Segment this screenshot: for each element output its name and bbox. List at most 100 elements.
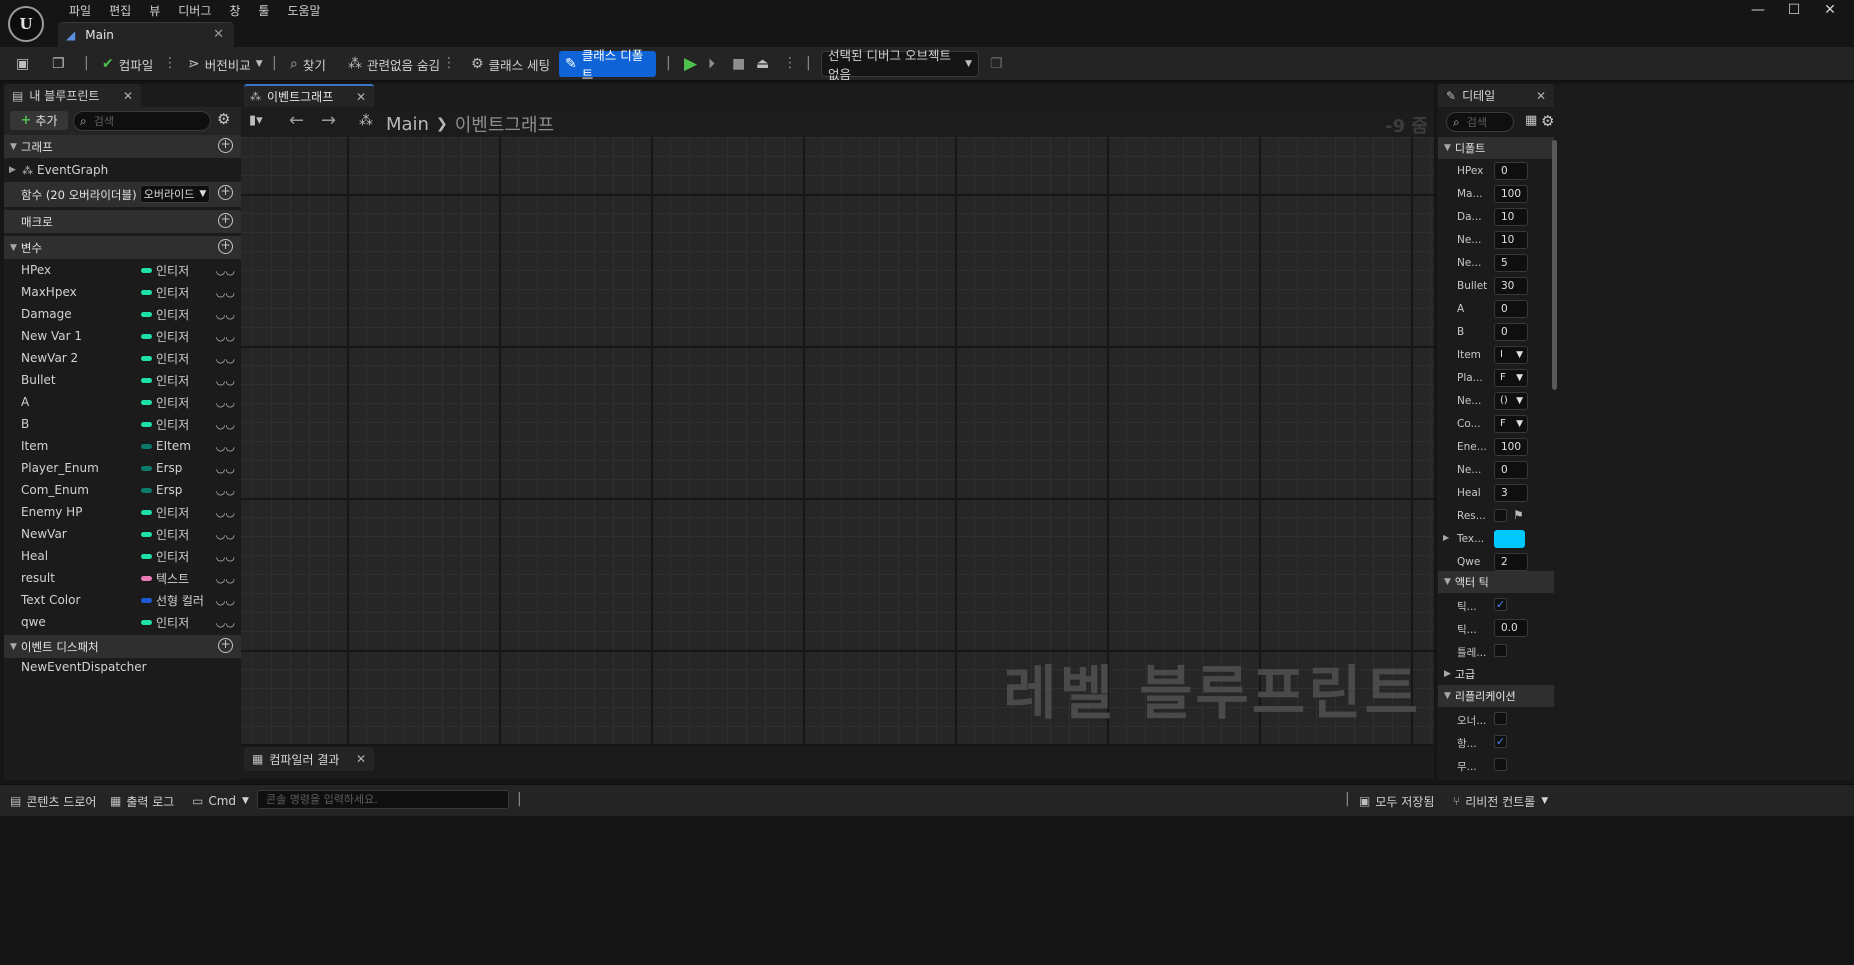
detail-checkbox[interactable]: ✓ [1494,598,1507,611]
menu-edit[interactable]: 편집 [100,0,140,20]
document-tab-main[interactable]: ◢ Main ✕ [58,22,234,47]
variable-type[interactable]: Ersp [141,461,182,475]
variable-type[interactable]: 인티저 [141,262,189,279]
detail-value-dropdown[interactable]: I ▼ [1494,346,1528,364]
add-button[interactable]: + 추가 [10,111,68,130]
debug-object-dropdown[interactable]: 선택된 디버그 오브젝트 없음 ▼ [821,48,979,82]
detail-value-input[interactable]: 30 [1494,277,1528,295]
menu-help[interactable]: 도움말 [278,0,329,20]
eye-closed-icon[interactable]: ◡◡ [216,506,235,519]
variable-type[interactable]: 텍스트 [141,570,189,587]
eye-closed-icon[interactable]: ◡◡ [216,594,235,607]
detail-checkbox[interactable] [1494,644,1507,657]
variable-type[interactable]: 인티저 [141,504,189,521]
add-graph-icon[interactable]: + [218,138,233,153]
play-button[interactable]: ▶ [678,51,703,77]
eye-closed-icon[interactable]: ◡◡ [216,528,235,541]
close-icon[interactable]: ✕ [213,27,224,42]
step-button[interactable]: ⏵ [702,51,721,77]
detail-value-input[interactable]: 0 [1494,162,1528,180]
variable-item[interactable]: A 인티저 ◡◡ [4,391,241,413]
eye-closed-icon[interactable]: ◡◡ [216,462,235,475]
add-macro-icon[interactable]: + [218,213,233,228]
flag-icon[interactable]: ⚑ [1513,508,1524,522]
save-all-button[interactable]: ▣ 모두 저장됨 [1353,790,1440,812]
browse-button[interactable]: ❐ [46,51,76,77]
section-macros[interactable]: 매크로 + [4,210,241,233]
breadcrumb-event-graph[interactable]: 이벤트그래프 [455,111,554,137]
add-variable-icon[interactable]: + [218,239,233,254]
variable-item[interactable]: Item EItem ◡◡ [4,435,241,457]
variable-item[interactable]: MaxHpex 인티저 ◡◡ [4,281,241,303]
eye-closed-icon[interactable]: ◡◡ [216,550,235,563]
detail-checkbox[interactable]: ✓ [1494,735,1507,748]
override-dropdown[interactable]: 오버라이드 ▼ [140,185,210,203]
close-icon[interactable]: ✕ [123,89,133,103]
unreal-logo-icon[interactable]: U [8,6,44,42]
variable-type[interactable]: 인티저 [141,526,189,543]
variable-type[interactable]: 인티저 [141,284,189,301]
compile-button[interactable]: ✔ 컴파일 [96,51,159,77]
dispatcher-item[interactable]: NewEventDispatcher [4,656,241,678]
eye-closed-icon[interactable]: ◡◡ [216,264,235,277]
settings-gear-icon[interactable]: ⚙ [1541,112,1554,130]
detail-value-input[interactable]: 0 [1494,300,1528,318]
section-graphs[interactable]: ▼ 그래프 + [4,135,241,158]
menu-window[interactable]: 창 [220,0,249,20]
tab-my-blueprint[interactable]: ▤ 내 블루프린트 ✕ [4,84,141,107]
section-actor-tick[interactable]: ▼ 액터 틱 [1438,571,1554,593]
section-functions[interactable]: 함수 (20 오버라이더블) 오버라이드 ▼ + [4,182,241,207]
variable-type[interactable]: 인티저 [141,394,189,411]
detail-value-input[interactable]: 0.0 [1494,619,1528,637]
menu-tools[interactable]: 툴 [249,0,278,20]
close-icon[interactable]: ✕ [356,90,366,104]
more-options-icon[interactable]: ⋮ [442,55,456,71]
eye-closed-icon[interactable]: ◡◡ [216,286,235,299]
variable-item[interactable]: Player_Enum Ersp ◡◡ [4,457,241,479]
detail-value-input[interactable]: 2 [1494,553,1528,571]
eye-closed-icon[interactable]: ◡◡ [216,352,235,365]
detail-checkbox[interactable] [1494,712,1507,725]
save-button[interactable]: ▣ [10,51,40,77]
variable-type[interactable]: 인티저 [141,416,189,433]
close-icon[interactable]: ✕ [356,752,366,766]
console-input[interactable]: 콘솔 명령을 입력하세요. [257,790,509,809]
detail-value-input[interactable]: 0 [1494,461,1528,479]
eject-button[interactable]: ⏏ [750,51,775,77]
variable-item[interactable]: NewVar 2 인티저 ◡◡ [4,347,241,369]
section-advanced[interactable]: ▶ 고급 [1438,663,1554,685]
debug-browse-button[interactable]: ❐ [984,51,1014,77]
details-scrollbar[interactable] [1552,140,1557,390]
eye-closed-icon[interactable]: ◡◡ [216,440,235,453]
content-drawer-button[interactable]: ▤ 콘텐츠 드로어 [4,790,102,812]
expand-triangle-icon[interactable]: ▶ [1443,533,1449,542]
menu-view[interactable]: 뷰 [140,0,169,20]
detail-value-input[interactable]: 0 [1494,323,1528,341]
stop-button[interactable]: ■ [726,51,751,77]
close-icon[interactable]: ✕ [1536,89,1546,103]
bookmark-icon[interactable]: ▮▾ [249,113,263,128]
eye-closed-icon[interactable]: ◡◡ [216,616,235,629]
revision-control-button[interactable]: ⑂ 리비전 컨트롤 ▼ [1447,790,1554,812]
eye-closed-icon[interactable]: ◡◡ [216,396,235,409]
graph-canvas[interactable]: 레벨 블루프린트 [241,137,1434,744]
section-event-dispatchers[interactable]: ▼ 이벤트 디스패처 + [4,635,241,658]
variable-item[interactable]: result 텍스트 ◡◡ [4,567,241,589]
variable-item[interactable]: NewVar 인티저 ◡◡ [4,523,241,545]
detail-value-input[interactable]: 100 [1494,185,1528,203]
eye-closed-icon[interactable]: ◡◡ [216,374,235,387]
variable-type[interactable]: 인티저 [141,372,189,389]
class-defaults-button[interactable]: ✎ 클래스 디폴트 [559,48,656,82]
variable-type[interactable]: 인티저 [141,548,189,565]
output-log-button[interactable]: ▦ 출력 로그 [104,790,180,812]
variable-item[interactable]: Bullet 인티저 ◡◡ [4,369,241,391]
variable-type[interactable]: 인티저 [141,614,189,631]
variable-item[interactable]: HPex 인티저 ◡◡ [4,259,241,281]
maximize-button[interactable]: ☐ [1774,2,1814,22]
details-search-input[interactable]: ⌕ 검색 [1446,112,1514,132]
detail-value-input[interactable]: 3 [1494,484,1528,502]
section-replication[interactable]: ▼ 리플리케이션 [1438,685,1554,707]
detail-value-input[interactable]: 10 [1494,208,1528,226]
eye-closed-icon[interactable]: ◡◡ [216,484,235,497]
variable-type[interactable]: EItem [141,439,191,453]
